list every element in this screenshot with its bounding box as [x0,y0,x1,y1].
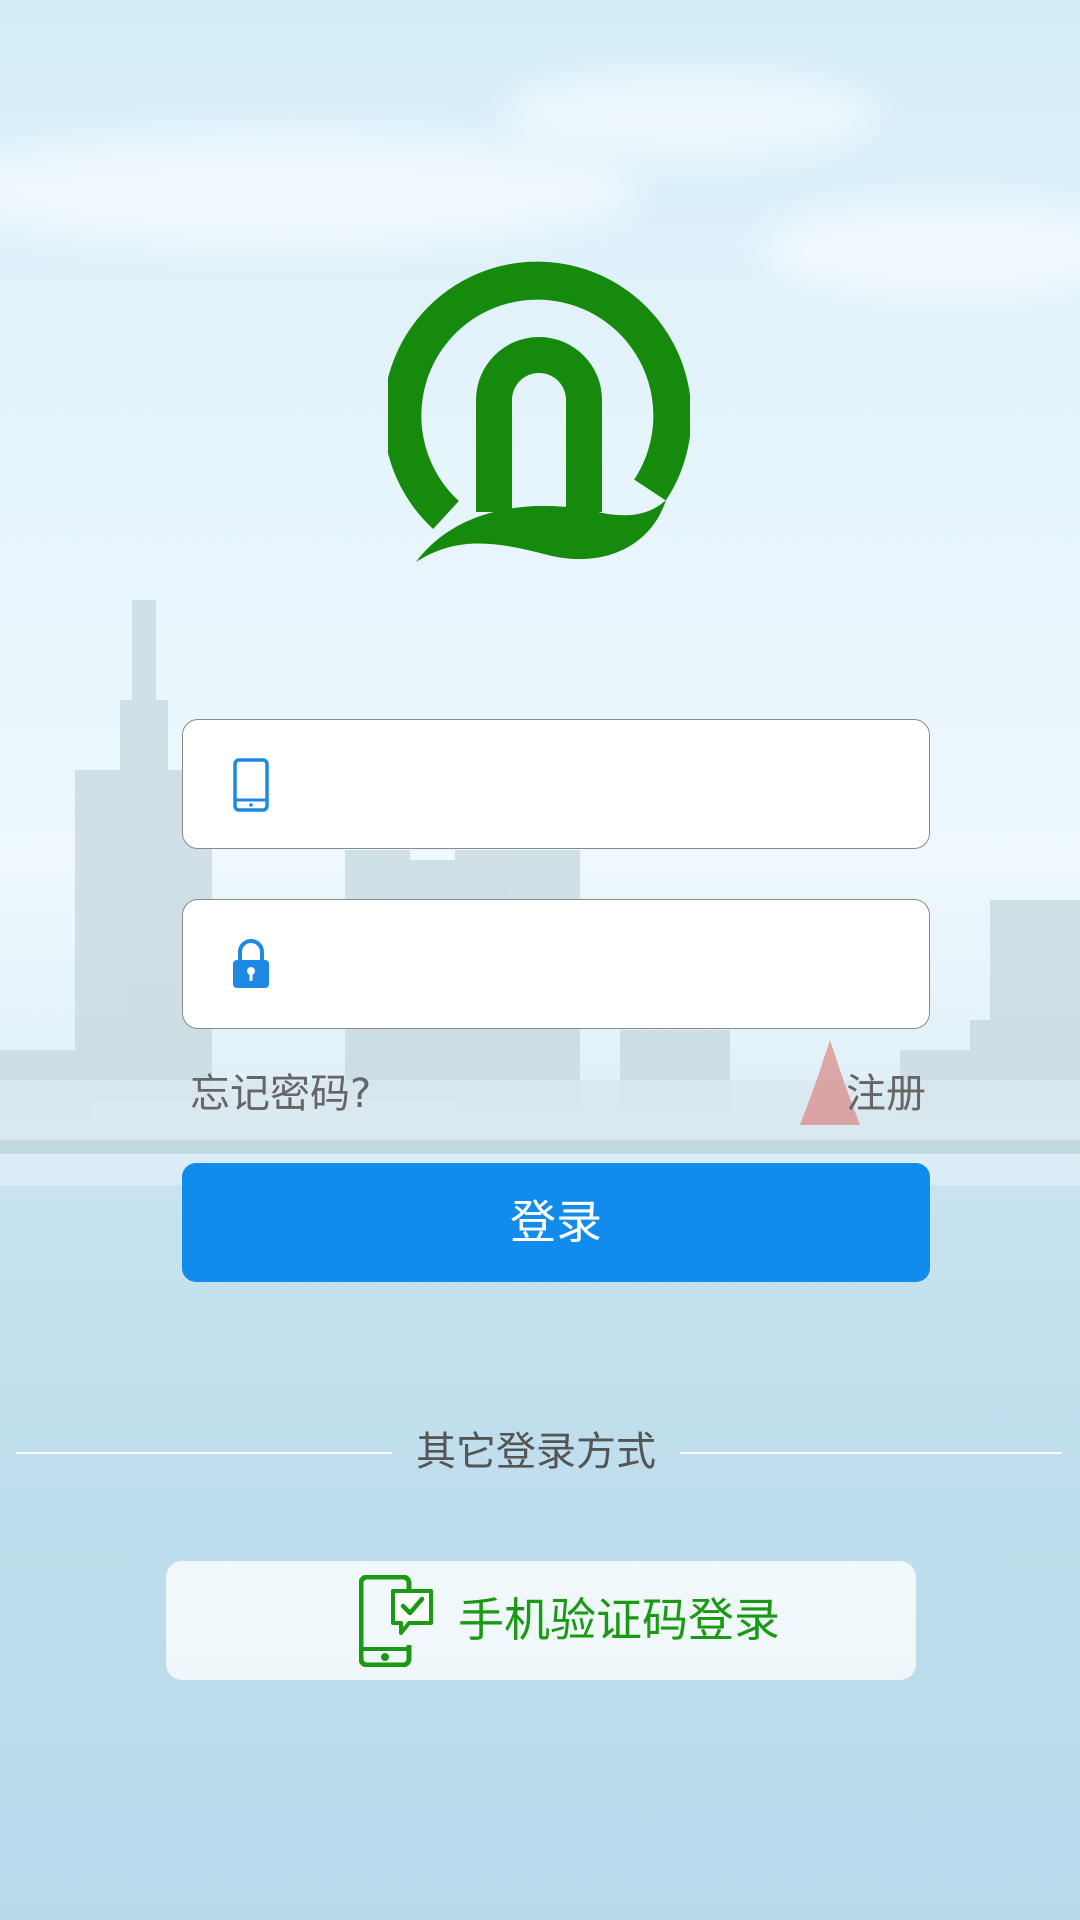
sms-login-label: 手机验证码登录 [458,1593,780,1647]
phone-field[interactable] [182,719,930,849]
login-screen: 忘记密码? 注册 登录 其它登录方式 手机验证码登录 [0,0,1080,1920]
divider-label: 其它登录方式 [416,1429,656,1475]
login-button[interactable]: 登录 [182,1163,930,1282]
divider-line-left [16,1452,392,1454]
divider-line-right [680,1452,1062,1454]
lock-icon [233,939,269,988]
phone-verify-icon [359,1575,433,1667]
password-field[interactable] [182,899,930,1029]
register-link[interactable]: 注册 [846,1066,926,1122]
password-input[interactable] [303,920,907,1012]
alternate-login-divider: 其它登录方式 [0,1422,1080,1482]
mobile-phone-icon [233,758,269,812]
phone-input[interactable] [303,740,907,832]
forgot-password-link[interactable]: 忘记密码? [190,1066,371,1122]
railway-logo-icon [388,261,690,562]
sms-login-button[interactable]: 手机验证码登录 [166,1561,916,1680]
